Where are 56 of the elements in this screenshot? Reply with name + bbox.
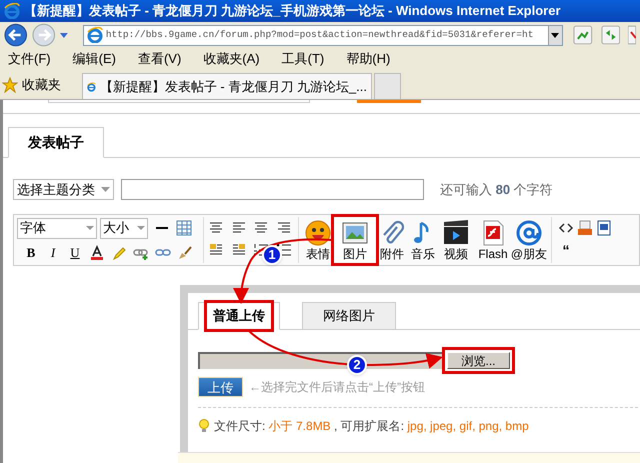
browser-tab[interactable]: 【新提醒】发表帖子 - 青龙偃月刀 九游论坛_...: [82, 73, 372, 99]
menu-item[interactable]: 收藏夹(A): [202, 49, 261, 69]
favorites-button[interactable]: 收藏夹: [2, 71, 74, 99]
address-dropdown-button[interactable]: [548, 26, 562, 44]
menu-item[interactable]: 帮助(H): [345, 49, 392, 69]
word-document-icon[interactable]: [596, 220, 612, 236]
file-size-info-text: 文件尺寸: 小于 7.8MB , 可用扩展名: jpg, jpeg, gif, png, bmp: [214, 418, 529, 435]
media-button[interactable]: 视频: [439, 217, 473, 263]
button-edge: [357, 100, 421, 103]
category-select[interactable]: 选择主题分类: [13, 179, 114, 200]
url-text: http://bbs.9game.cn/forum.php?mod=post&action=newthread&fid=5031&referer=ht: [106, 28, 534, 42]
caret-icon: [551, 32, 560, 38]
media-button[interactable]: @朋友: [513, 217, 545, 263]
menu-item[interactable]: 文件(F): [7, 49, 52, 69]
caret-icon: [137, 226, 145, 230]
media-button[interactable]: 图片: [334, 217, 376, 263]
upload-tab[interactable]: 普通上传: [198, 302, 280, 330]
font-select[interactable]: 字体: [17, 218, 97, 238]
menu-item[interactable]: 编辑(E): [72, 49, 117, 69]
media-button[interactable]: Flash: [474, 217, 512, 263]
caret-icon: [86, 226, 94, 230]
lightbulb-icon: [198, 419, 210, 433]
table-icon[interactable]: [176, 220, 192, 236]
menu-item[interactable]: 查看(V): [136, 49, 182, 69]
window-title: 【新提醒】发表帖子 - 青龙偃月刀 九游论坛_手机游戏第一论坛 - Windows Internet Explorer: [24, 2, 561, 20]
address-field[interactable]: http://bbs.9game.cn/forum.php?mod=post&action=newthread&fid=5031&referer=ht: [82, 24, 563, 46]
text-color-icon[interactable]: [89, 245, 105, 261]
format-button[interactable]: I: [45, 243, 61, 263]
video-icon: [442, 219, 470, 247]
refresh-icon[interactable]: [600, 25, 620, 45]
menu-item[interactable]: 工具(T): [280, 49, 326, 69]
back-icon[interactable]: [4, 23, 28, 47]
quote-button[interactable]: “: [558, 242, 574, 258]
browser-logo-icon: [4, 3, 20, 19]
star-icon: [2, 77, 18, 93]
media-button[interactable]: 音乐: [408, 217, 438, 263]
upload-tab[interactable]: 网络图片: [302, 302, 396, 330]
page-icon: [86, 27, 103, 43]
highlight-pen-icon[interactable]: [111, 245, 127, 261]
dropdown-icon[interactable]: [59, 31, 69, 39]
brush-icon[interactable]: [177, 245, 193, 261]
caret-icon: [101, 187, 110, 192]
page-tab[interactable]: 发表帖子: [8, 127, 104, 158]
browse-button[interactable]: 浏览...: [447, 352, 510, 369]
size-select[interactable]: 大小: [100, 218, 148, 238]
media-button[interactable]: 表情: [303, 217, 333, 263]
upload-hint-text: ←选择完文件后请点击“上传”按钮: [249, 379, 425, 396]
media-button[interactable]: 附件: [377, 217, 407, 263]
remaining-characters-text: 还可输入 80 个字符: [440, 180, 553, 199]
subject-field[interactable]: [121, 179, 424, 200]
format-button[interactable]: U: [67, 243, 83, 263]
mention-icon: [515, 219, 543, 247]
numbered-list-icon[interactable]: [253, 242, 269, 258]
emoji-icon: [304, 219, 332, 247]
format-button[interactable]: B: [23, 243, 39, 263]
upload-button[interactable]: 上传: [198, 377, 243, 397]
